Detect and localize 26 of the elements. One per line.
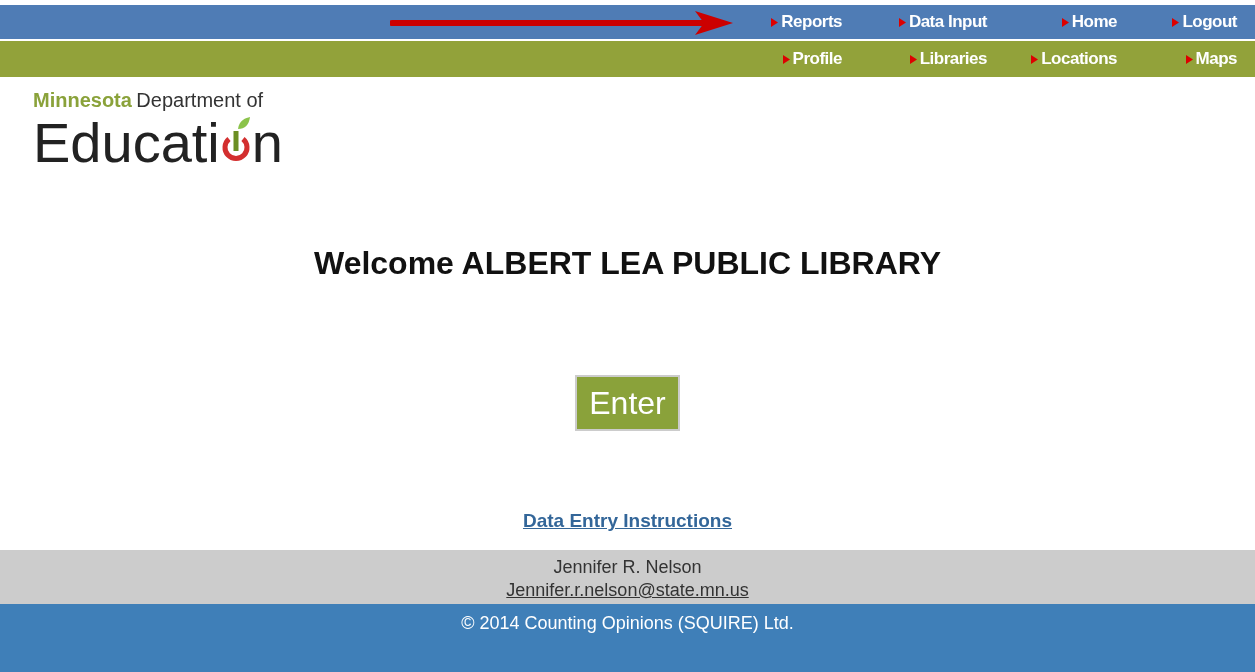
nav-link[interactable]: Reports xyxy=(771,9,850,35)
copyright-bar: © 2014 Counting Opinions (SQUIRE) Ltd. xyxy=(0,604,1255,672)
logo-text: Educati xyxy=(33,115,220,171)
nav-link[interactable]: Home xyxy=(1061,9,1125,35)
nav-link[interactable]: Maps xyxy=(1185,46,1245,72)
nav-link[interactable]: Libraries xyxy=(909,46,995,72)
nav-link[interactable]: Logout xyxy=(1172,9,1245,35)
email-link[interactable]: Jennifer.r.nelson@state.mn.us xyxy=(506,579,749,600)
contact-name: Jennifer R. Nelson xyxy=(552,555,703,579)
bullet-icon xyxy=(1061,17,1069,27)
bullet-icon xyxy=(909,54,917,64)
bullet-icon xyxy=(771,17,779,27)
bullet-icon xyxy=(898,17,906,27)
logo-text: Minnesota xyxy=(33,89,132,111)
logo-text: Department of xyxy=(136,89,264,111)
nav-link[interactable]: Locations xyxy=(1031,46,1125,72)
instructions-link[interactable]: Data Entry Instructions xyxy=(522,507,732,536)
bullet-icon xyxy=(1172,17,1180,27)
bullet-icon xyxy=(782,54,790,64)
logo-text: n xyxy=(251,115,283,171)
bullet-icon xyxy=(1185,54,1193,64)
nav-link[interactable]: Profile xyxy=(782,46,850,72)
bullet-icon xyxy=(1031,54,1039,64)
welcome-heading: Welcome ALBERT LEA PUBLIC LIBRARY xyxy=(314,244,941,283)
nav-link[interactable]: Data Input xyxy=(898,9,995,35)
enter-button[interactable]: Enter xyxy=(575,375,680,431)
